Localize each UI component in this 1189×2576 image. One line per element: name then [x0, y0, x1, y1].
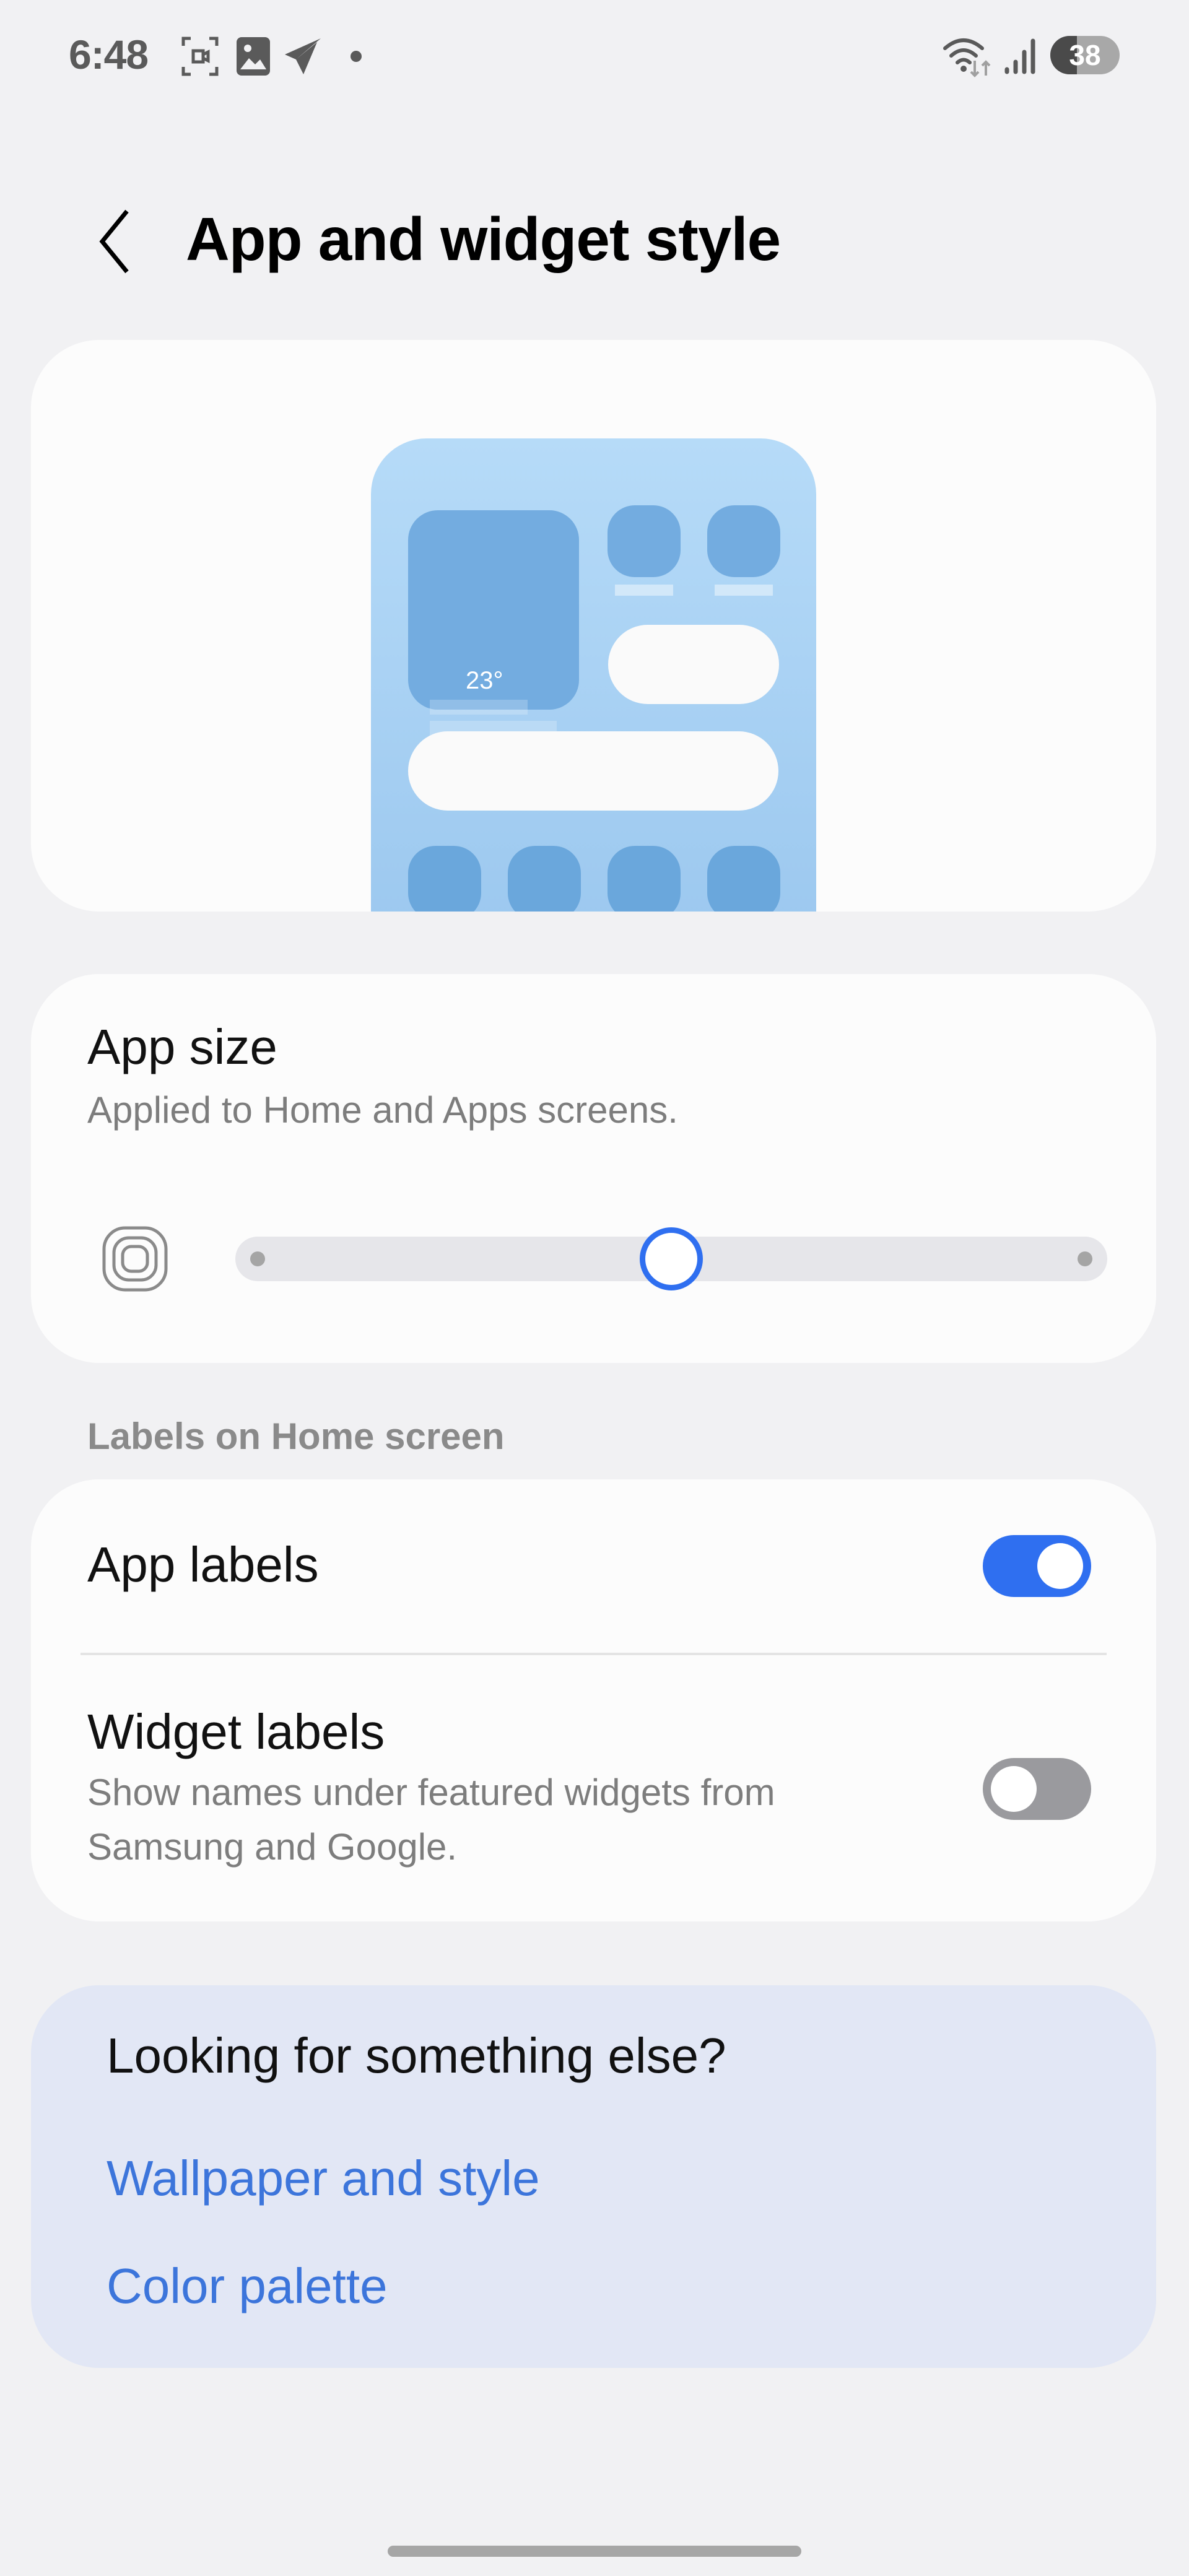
chevron-left-icon [99, 209, 129, 274]
widget-labels-title: Widget labels [87, 1704, 385, 1759]
notification-dot-icon [351, 51, 362, 62]
slider-thumb[interactable] [640, 1227, 703, 1290]
widget-labels-subtitle: Show names under featured widgets from S… [87, 1772, 775, 1868]
search-widget-placeholder [408, 731, 778, 811]
app-labels-toggle[interactable] [983, 1535, 1091, 1597]
widget-text-placeholder [430, 700, 528, 715]
app-icon-placeholder [707, 505, 780, 577]
app-size-subtitle: Applied to Home and Apps screens. [87, 1089, 678, 1131]
back-button[interactable] [81, 204, 149, 279]
weather-widget: 23° [408, 510, 579, 757]
suggestions-title: Looking for something else? [107, 2028, 726, 2083]
suggestions-card: Looking for something else? Wallpaper an… [31, 1985, 1156, 2368]
app-icon-placeholder [608, 505, 681, 577]
app-label-placeholder [715, 585, 773, 596]
section-header-labels: Labels on Home screen [87, 1416, 505, 1457]
wallpaper-and-style-link[interactable]: Wallpaper and style [107, 2150, 540, 2207]
gallery-icon [237, 37, 270, 76]
slider-step-min [250, 1251, 265, 1266]
app-size-slider[interactable] [235, 1227, 1107, 1290]
screen-record-icon [181, 37, 219, 76]
dock-icon-placeholder [707, 846, 780, 912]
slider-step-max [1078, 1251, 1092, 1266]
battery-indicator: 38 [1050, 36, 1120, 74]
home-gesture-bar[interactable] [388, 2546, 801, 2557]
dock-icon-placeholder [508, 846, 581, 912]
widget-labels-row[interactable]: Widget labels Show names under featured … [31, 1655, 1156, 1921]
app-size-card: App size Applied to Home and Apps screen… [31, 974, 1156, 1363]
page-title: App and widget style [186, 205, 781, 273]
style-preview-card: 23° [31, 340, 1156, 912]
app-size-title: App size [87, 1019, 277, 1074]
dock-icon-placeholder [408, 846, 481, 912]
toggle-knob [1037, 1543, 1083, 1589]
widget-labels-toggle[interactable] [983, 1758, 1091, 1820]
status-time: 6:48 [69, 32, 149, 77]
signal-icon [1004, 38, 1035, 74]
app-size-icon [102, 1226, 168, 1292]
widget-placeholder [608, 625, 779, 704]
color-palette-link[interactable]: Color palette [107, 2258, 388, 2315]
weather-temperature: 23° [466, 667, 503, 694]
app-labels-row[interactable]: App labels [31, 1479, 1156, 1653]
app-label-placeholder [615, 585, 673, 596]
dock-icon-placeholder [608, 846, 681, 912]
battery-level: 38 [1069, 39, 1101, 71]
telegram-icon [285, 38, 321, 74]
labels-card: App labels Widget labels Show names unde… [31, 1479, 1156, 1921]
wifi-data-icon [943, 38, 991, 77]
toggle-knob [991, 1766, 1037, 1812]
home-screen-preview: 23° [371, 438, 816, 912]
app-labels-title: App labels [87, 1537, 319, 1592]
